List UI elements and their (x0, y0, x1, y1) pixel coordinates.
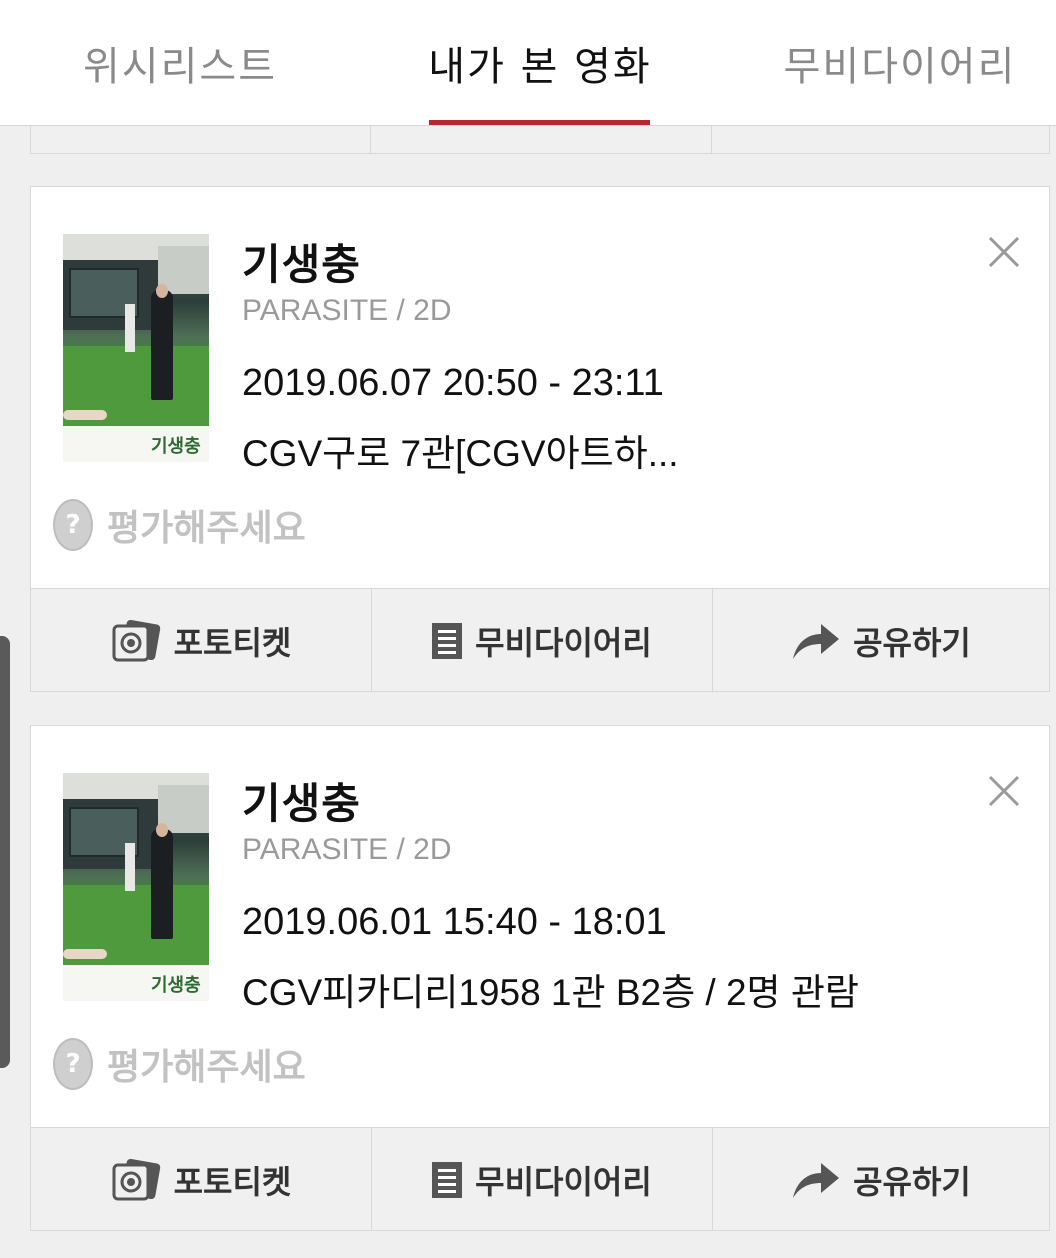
share-arrow-icon (791, 621, 841, 661)
close-icon[interactable] (987, 235, 1021, 269)
photo-ticket-button[interactable]: 포토티켓 (31, 589, 370, 692)
movie-diary-label: 무비다이어리 (475, 623, 652, 662)
active-tab-indicator (429, 120, 650, 125)
movie-card: 기생충 기생충 PARASITE / 2D 2019.06.01 15:40 -… (30, 725, 1050, 1231)
theater-info: CGV구로 7관[CGV아트하... (242, 433, 679, 474)
question-icon: ? (53, 1038, 93, 1090)
share-label: 공유하기 (853, 1162, 971, 1201)
poster-title: 기생충 (151, 436, 201, 457)
movie-diary-label: 무비다이어리 (475, 1162, 652, 1201)
scroll-handle[interactable] (0, 636, 10, 1068)
card-actions: 포토티켓 무비다이어리 공유하기 (31, 588, 1049, 692)
question-icon: ? (53, 499, 93, 551)
divider (711, 126, 712, 153)
photo-ticket-label: 포토티켓 (173, 623, 292, 662)
movie-card: 기생충 기생충 PARASITE / 2D 2019.06.07 20:50 -… (30, 186, 1050, 692)
movie-poster[interactable]: 기생충 (63, 234, 209, 462)
movie-subtitle: PARASITE / 2D (242, 833, 452, 866)
movie-diary-button[interactable]: 무비다이어리 (371, 589, 711, 692)
rating-label: 평가해주세요 (107, 1047, 306, 1088)
share-arrow-icon (791, 1160, 841, 1200)
photo-ticket-icon (110, 1157, 162, 1203)
movie-poster[interactable]: 기생충 (63, 773, 209, 1001)
movie-title[interactable]: 기생충 (242, 770, 361, 831)
card-actions: 포토티켓 무비다이어리 공유하기 (31, 1127, 1049, 1231)
movie-diary-button[interactable]: 무비다이어리 (371, 1128, 711, 1231)
divider (370, 126, 371, 153)
close-icon[interactable] (987, 774, 1021, 808)
document-icon (431, 1161, 463, 1199)
photo-ticket-label: 포토티켓 (173, 1162, 292, 1201)
poster-title: 기생충 (151, 975, 201, 996)
showtime: 2019.06.07 20:50 - 23:11 (242, 362, 664, 404)
rating-button[interactable]: ? 평가해주세요 (53, 1036, 306, 1092)
movie-subtitle: PARASITE / 2D (242, 294, 452, 327)
showtime: 2019.06.01 15:40 - 18:01 (242, 901, 667, 943)
tab-bar: 위시리스트 내가 본 영화 무비다이어리 (0, 0, 1056, 126)
share-button[interactable]: 공유하기 (712, 589, 1049, 692)
tab-wishlist[interactable]: 위시리스트 (40, 0, 320, 126)
rating-button[interactable]: ? 평가해주세요 (53, 497, 306, 553)
share-label: 공유하기 (853, 623, 971, 662)
previous-card-actions (30, 126, 1050, 154)
photo-ticket-icon (110, 618, 162, 664)
share-button[interactable]: 공유하기 (712, 1128, 1049, 1231)
tab-watched-movies[interactable]: 내가 본 영화 (410, 0, 670, 126)
tab-movie-diary[interactable]: 무비다이어리 (760, 0, 1040, 126)
rating-label: 평가해주세요 (107, 508, 306, 549)
photo-ticket-button[interactable]: 포토티켓 (31, 1128, 370, 1231)
theater-info: CGV피카디리1958 1관 B2층 / 2명 관람 (242, 972, 859, 1013)
movie-title[interactable]: 기생충 (242, 231, 361, 292)
document-icon (431, 622, 463, 660)
